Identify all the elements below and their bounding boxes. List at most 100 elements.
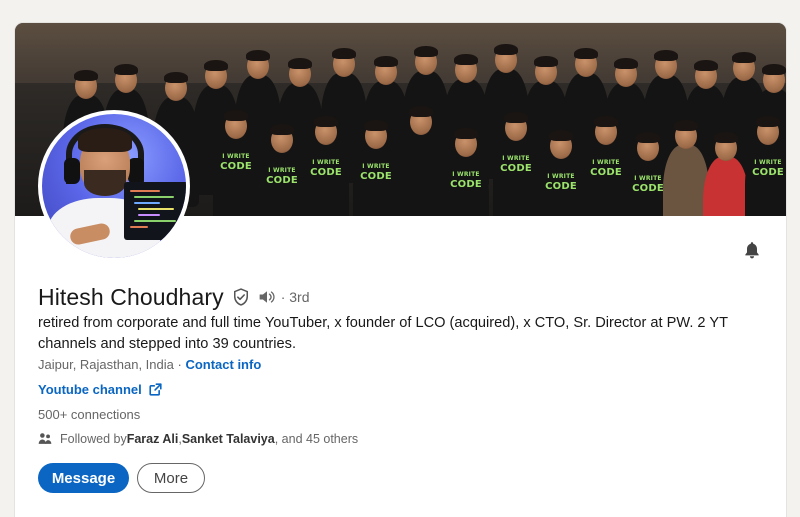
banner-person-hair bbox=[549, 130, 573, 141]
banner-shirt-line: CODE bbox=[360, 171, 392, 182]
banner-shirt-line: I WRITE bbox=[452, 171, 480, 178]
message-button[interactable]: Message bbox=[38, 463, 129, 493]
banner-person-hair bbox=[332, 48, 356, 59]
contact-info-link[interactable]: Contact info bbox=[185, 357, 261, 372]
name-row: Hitesh Choudhary · 3rd bbox=[38, 282, 310, 312]
banner-shirt-line: I WRITE bbox=[502, 155, 530, 162]
banner-shirt-text: I WRITE CODE bbox=[629, 175, 667, 194]
followed-by-row[interactable]: Followed by Faraz Ali, Sanket Talaviya, … bbox=[38, 432, 358, 446]
banner-shirt-text: I WRITE CODE bbox=[307, 159, 345, 178]
banner-shirt-text: I WRITE CODE bbox=[217, 153, 255, 172]
followed-by-prefix: Followed by bbox=[60, 432, 127, 446]
banner-person-hair bbox=[364, 120, 388, 131]
speaker-icon[interactable] bbox=[257, 288, 277, 306]
avatar-laptop bbox=[124, 182, 186, 240]
banner-person-hair bbox=[74, 70, 98, 81]
follower-name-1[interactable]: Faraz Ali bbox=[127, 432, 179, 446]
followed-by-suffix: , and 45 others bbox=[274, 432, 359, 446]
banner-person-hair bbox=[114, 64, 138, 75]
shield-check-icon[interactable] bbox=[231, 287, 251, 307]
code-line bbox=[134, 220, 176, 222]
banner-person-hair bbox=[164, 72, 188, 83]
banner-shirt-line: CODE bbox=[752, 167, 784, 178]
banner-shirt-line: CODE bbox=[545, 181, 577, 192]
banner-person-body bbox=[583, 141, 629, 216]
banner-shirt-text: I WRITE CODE bbox=[263, 167, 301, 186]
banner-shirt-text: I WRITE CODE bbox=[357, 163, 395, 182]
location-separator: · bbox=[173, 357, 186, 372]
banner-shirt-text: I WRITE CODE bbox=[542, 173, 580, 192]
connections-count[interactable]: 500+ connections bbox=[38, 407, 140, 422]
banner-shirt-line: CODE bbox=[310, 167, 342, 178]
banner-person-hair bbox=[574, 48, 598, 59]
code-line bbox=[130, 226, 148, 228]
profile-location: Jaipur, Rajasthan, India bbox=[38, 357, 174, 372]
external-link-icon bbox=[149, 383, 162, 396]
website-label: Youtube channel bbox=[38, 382, 142, 397]
banner-shirt-line: I WRITE bbox=[222, 153, 250, 160]
banner-person-hair bbox=[314, 116, 338, 127]
banner-person-hair bbox=[762, 64, 786, 75]
banner-person-hair bbox=[636, 132, 660, 143]
connection-degree: · 3rd bbox=[280, 289, 310, 305]
code-line bbox=[138, 208, 174, 210]
banner-person-hair bbox=[694, 60, 718, 71]
banner-shirt-line: I WRITE bbox=[754, 159, 782, 166]
banner-shirt-line: I WRITE bbox=[312, 159, 340, 166]
profile-card: I WRITE CODE I WRITE CODE I WRITE CODE I WRITE… bbox=[15, 23, 786, 517]
banner-shirt-line: I WRITE bbox=[547, 173, 575, 180]
follower-name-2[interactable]: Sanket Talaviya bbox=[182, 432, 275, 446]
banner-shirt-line: I WRITE bbox=[634, 175, 662, 182]
banner-person-hair bbox=[534, 56, 558, 67]
banner-person-body bbox=[703, 157, 749, 216]
profile-name: Hitesh Choudhary bbox=[38, 283, 224, 310]
code-line bbox=[134, 196, 174, 198]
banner-person-hair bbox=[674, 120, 698, 131]
banner-person-hair bbox=[594, 116, 618, 127]
profile-actions: Message More bbox=[38, 463, 205, 493]
bell-icon[interactable] bbox=[742, 239, 762, 261]
avatar-beard bbox=[84, 170, 126, 196]
people-icon bbox=[38, 433, 52, 444]
banner-person-body bbox=[213, 135, 259, 216]
avatar-hair bbox=[78, 128, 132, 152]
profile-headline: retired from corporate and full time You… bbox=[38, 315, 728, 352]
profile-photo[interactable] bbox=[38, 110, 190, 262]
code-line bbox=[138, 214, 160, 216]
banner-person-hair bbox=[714, 132, 738, 143]
banner-person-hair bbox=[494, 44, 518, 55]
banner-shirt-line: I WRITE bbox=[362, 163, 390, 170]
banner-shirt-line: CODE bbox=[220, 161, 252, 172]
banner-person-hair bbox=[409, 106, 433, 117]
banner-shirt-line: CODE bbox=[632, 183, 664, 194]
banner-person-hair bbox=[204, 60, 228, 71]
banner-shirt-line: I WRITE bbox=[268, 167, 296, 174]
avatar-earcup-left bbox=[64, 158, 80, 184]
banner-person-hair bbox=[504, 112, 528, 123]
code-line bbox=[130, 190, 160, 192]
banner-person-hair bbox=[756, 116, 780, 127]
banner-person-body bbox=[303, 141, 349, 216]
code-line bbox=[134, 202, 160, 204]
location-row: Jaipur, Rajasthan, India · Contact info bbox=[38, 357, 261, 372]
banner-person-hair bbox=[374, 56, 398, 67]
banner-shirt-text: I WRITE CODE bbox=[749, 159, 786, 178]
banner-shirt-text: I WRITE CODE bbox=[497, 155, 535, 174]
banner-person-body bbox=[745, 141, 786, 216]
banner-person-hair bbox=[454, 128, 478, 139]
banner-person-body bbox=[398, 131, 444, 216]
website-link[interactable]: Youtube channel bbox=[38, 382, 162, 397]
banner-person-body bbox=[493, 137, 539, 216]
banner-person-hair bbox=[454, 54, 478, 65]
banner-person-hair bbox=[224, 110, 248, 121]
banner-shirt-line: CODE bbox=[266, 175, 298, 186]
banner-shirt-line: CODE bbox=[590, 167, 622, 178]
banner-shirt-text: I WRITE CODE bbox=[447, 171, 485, 190]
banner-person-hair bbox=[270, 124, 294, 135]
banner-person-hair bbox=[414, 46, 438, 57]
banner-person-hair bbox=[614, 58, 638, 69]
more-button[interactable]: More bbox=[137, 463, 205, 493]
banner-person-hair bbox=[654, 50, 678, 61]
banner-person-hair bbox=[288, 58, 312, 69]
banner-shirt-line: CODE bbox=[450, 179, 482, 190]
